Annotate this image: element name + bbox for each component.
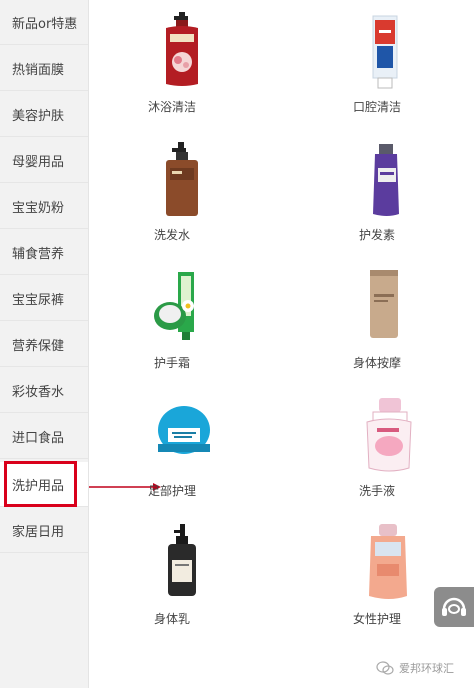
product-label: 护手霜 (153, 356, 190, 370)
product-oral-care[interactable]: 口腔清洁 (317, 10, 437, 130)
product-foot-care[interactable]: 足部护理 (112, 394, 232, 514)
product-label: 口腔清洁 (352, 100, 401, 114)
product-feminine-care[interactable]: 女性护理 (317, 522, 437, 642)
foot-cream-jar-icon (158, 406, 210, 454)
shampoo-bottle-icon (166, 142, 198, 216)
hand-cream-icon (154, 272, 194, 340)
sidebar-item-baby-food[interactable]: 辅食营养 (0, 230, 88, 275)
body-lotion-bottle-icon (168, 524, 196, 596)
product-label: 身体按摩 (352, 356, 401, 370)
customer-service-button[interactable] (434, 587, 474, 627)
product-hand-soap[interactable]: 洗手液 (317, 394, 437, 514)
watermark-text: 爱邦环球汇 (399, 662, 454, 675)
product-label: 足部护理 (147, 484, 196, 498)
massage-tube-icon (370, 270, 398, 338)
wechat-icon (376, 661, 394, 675)
feminine-care-bottle-icon (369, 524, 407, 599)
product-label: 洗发水 (153, 228, 190, 242)
hand-soap-icon (366, 398, 412, 472)
conditioner-bottle-icon (373, 144, 399, 216)
sidebar-item-baby[interactable]: 母婴用品 (0, 138, 88, 183)
sidebar-item-household[interactable]: 家居日用 (0, 508, 88, 553)
sidebar-item-new-deals[interactable]: 新品or特惠 (0, 0, 88, 45)
product-hand-cream[interactable]: 护手霜 (112, 266, 232, 386)
toothpaste-icon (372, 15, 398, 89)
sidebar-item-formula[interactable]: 宝宝奶粉 (0, 184, 88, 229)
product-label: 洗手液 (358, 484, 395, 498)
sidebar-item-masks[interactable]: 热销面膜 (0, 46, 88, 91)
sidebar-item-imported-food[interactable]: 进口食品 (0, 414, 88, 459)
sidebar-item-diapers[interactable]: 宝宝尿裤 (0, 276, 88, 321)
product-body-wash[interactable]: 沐浴清洁 (112, 10, 232, 130)
product-label: 护发素 (358, 228, 395, 242)
category-sidebar: 新品or特惠 热销面膜 美容护肤 母婴用品 宝宝奶粉 辅食营养 宝宝尿裤 营养保… (0, 0, 89, 688)
sidebar-item-skincare[interactable]: 美容护肤 (0, 92, 88, 137)
active-category-highlight (4, 461, 77, 507)
product-label: 女性护理 (352, 612, 401, 626)
sidebar-item-makeup[interactable]: 彩妆香水 (0, 368, 88, 413)
product-label: 沐浴清洁 (147, 100, 196, 114)
headset-icon (442, 597, 466, 616)
product-shampoo[interactable]: 洗发水 (112, 138, 232, 258)
product-body-lotion[interactable]: 身体乳 (112, 522, 232, 642)
product-conditioner[interactable]: 护发素 (317, 138, 437, 258)
product-body-massage[interactable]: 身体按摩 (317, 266, 437, 386)
sidebar-item-supplements[interactable]: 营养保健 (0, 322, 88, 367)
watermark: 爱邦环球汇 (376, 658, 474, 678)
body-wash-bottle-icon (166, 12, 198, 86)
product-label: 身体乳 (153, 612, 190, 626)
